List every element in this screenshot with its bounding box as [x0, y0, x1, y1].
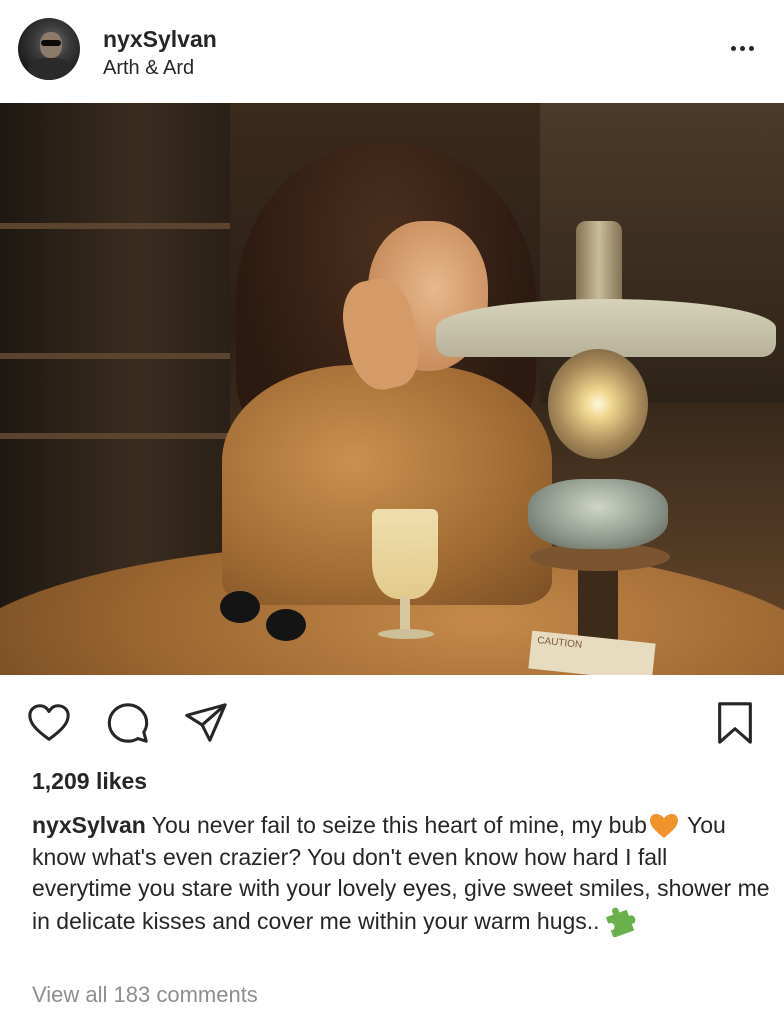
caption-text-part1: You never fail to seize this heart of mi…: [151, 812, 647, 838]
bookmark-icon[interactable]: [712, 700, 758, 746]
view-all-comments-link[interactable]: View all 183 comments: [32, 982, 258, 1008]
puzzle-piece-icon: [602, 905, 636, 938]
post-header: nyxSylvan Arth & Ard: [0, 0, 784, 103]
heart-icon[interactable]: [26, 700, 72, 746]
post-caption: nyxSylvan You never fail to seize this h…: [32, 810, 772, 938]
send-icon[interactable]: [183, 700, 229, 746]
caption-username[interactable]: nyxSylvan: [32, 812, 146, 838]
user-avatar[interactable]: [18, 18, 80, 80]
orange-heart-icon: [649, 813, 679, 839]
comment-icon[interactable]: [105, 700, 151, 746]
post-photo[interactable]: CAUTION: [0, 103, 784, 675]
post-location[interactable]: Arth & Ard: [103, 57, 194, 80]
post-username[interactable]: nyxSylvan: [103, 26, 217, 53]
more-options-icon[interactable]: [724, 38, 760, 58]
likes-count[interactable]: 1,209 likes: [32, 768, 147, 795]
